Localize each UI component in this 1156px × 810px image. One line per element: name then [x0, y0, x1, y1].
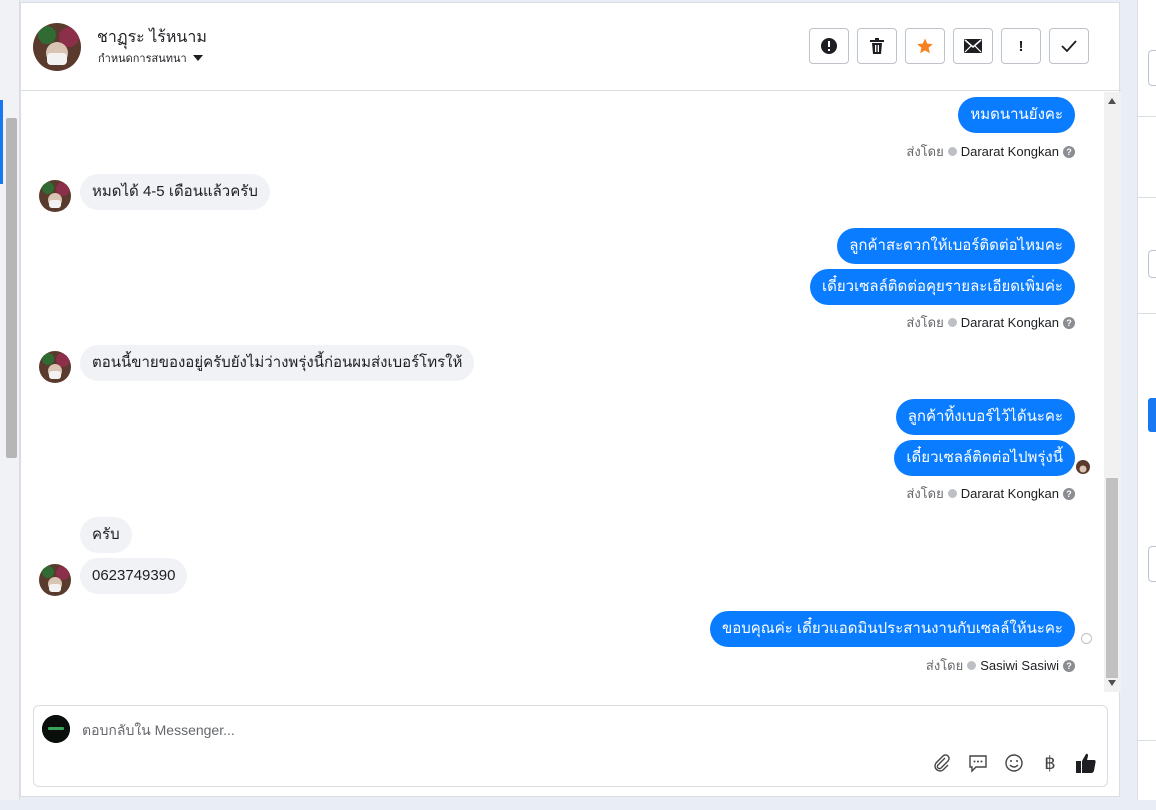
outgoing-message: เดี๋ยวเซลล์ติดต่อคุยรายละเอียดเพิ่มค่ะ: [809, 269, 1075, 305]
incoming-message: 0623749390: [80, 558, 188, 594]
contact-message-avatar: [39, 180, 71, 212]
sent-by-label: ส่งโดย Dararat Kongkan ?: [906, 141, 1075, 162]
help-icon[interactable]: ?: [1063, 316, 1075, 329]
agent-name: Dararat Kongkan: [960, 315, 1059, 330]
verified-icon: [967, 661, 977, 670]
outgoing-message: ขอบคุณค่ะ เดี๋ยวแอดมินประสานงานกับเซลล์ใ…: [709, 611, 1075, 647]
help-icon[interactable]: ?: [1063, 145, 1075, 158]
verified-icon: [947, 147, 957, 156]
conversation-header: ชาฏุระ ไร้หนาม กำหนดการสนทนา !: [21, 3, 1121, 91]
baht-icon: ฿: [1044, 752, 1056, 773]
saved-replies-button[interactable]: [967, 752, 989, 774]
caret-down-icon: [192, 55, 203, 61]
assign-label: กำหนดการสนทนา: [98, 53, 187, 65]
verified-icon: [947, 489, 957, 498]
right-panel-divider: [1138, 740, 1156, 741]
selected-conversation-indicator: [0, 100, 3, 184]
scroll-up-icon[interactable]: [1108, 98, 1116, 104]
reply-input[interactable]: [82, 720, 982, 740]
mark-spam-button[interactable]: [809, 28, 849, 64]
agent-name: Sasiwi Sasiwi: [980, 658, 1059, 673]
incoming-message: ครับ: [80, 517, 132, 553]
left-scrollbar-thumb[interactable]: [6, 118, 17, 458]
right-panel-field[interactable]: [1148, 50, 1156, 86]
verified-icon: [947, 318, 957, 327]
alert-icon: [821, 38, 837, 54]
right-panel-field[interactable]: [1148, 546, 1156, 582]
attach-button[interactable]: [931, 752, 953, 774]
scroll-down-icon[interactable]: [1108, 680, 1116, 686]
thread-scrollbar-thumb[interactable]: [1106, 478, 1118, 678]
mail-icon: [964, 39, 982, 53]
chat-bubble-icon: [969, 755, 987, 773]
sent-by-prefix: ส่งโดย: [925, 658, 964, 673]
right-panel-select[interactable]: [1148, 250, 1156, 278]
incoming-message: หมดได้ 4-5 เดือนแล้วครับ: [80, 174, 270, 210]
delivered-icon: [1081, 633, 1092, 644]
paperclip-icon: [934, 754, 950, 772]
star-icon: [917, 38, 933, 54]
conversation-panel: ชาฏุระ ไร้หนาม กำหนดการสนทนา ! หมดนานยัง…: [20, 2, 1121, 797]
right-panel-divider: [1138, 313, 1156, 314]
message-thread: หมดนานยังคะ ส่งโดย Dararat Kongkan ? หมด…: [21, 92, 1106, 692]
mark-done-button[interactable]: [1049, 28, 1089, 64]
outgoing-message: เดี๋ยวเซลล์ติดต่อไปพรุ่งนี้: [894, 440, 1075, 476]
trash-icon: [870, 38, 884, 54]
mark-unread-button[interactable]: [953, 28, 993, 64]
payment-button[interactable]: ฿: [1039, 752, 1061, 774]
contact-name: ชาฏุระ ไร้หนาม: [97, 29, 207, 46]
exclamation-icon: !: [1018, 37, 1024, 55]
sent-by-label: ส่งโดย Sasiwi Sasiwi ?: [926, 655, 1075, 676]
follow-up-button[interactable]: !: [1001, 28, 1041, 64]
left-panel-strip: [0, 0, 20, 800]
sent-by-prefix: ส่งโดย: [906, 486, 944, 501]
sent-by-prefix: ส่งโดย: [906, 144, 944, 159]
help-icon[interactable]: ?: [1063, 659, 1075, 672]
like-button[interactable]: [1075, 752, 1097, 774]
right-panel-action-button[interactable]: [1148, 398, 1156, 432]
right-details-panel: [1137, 0, 1156, 800]
agent-name: Dararat Kongkan: [960, 486, 1059, 501]
delete-button[interactable]: [857, 28, 897, 64]
contact-avatar[interactable]: [33, 23, 81, 71]
help-icon[interactable]: ?: [1063, 487, 1075, 500]
seen-by-avatar: [1076, 460, 1090, 474]
right-panel-divider: [1138, 197, 1156, 198]
reply-composer: ฿: [33, 705, 1108, 787]
outgoing-message: ลูกค้าสะดวกให้เบอร์ติดต่อไหมคะ: [837, 228, 1075, 264]
star-button[interactable]: [905, 28, 945, 64]
outgoing-message: ลูกค้าทิ้งเบอร์ไว้ได้นะคะ: [895, 399, 1075, 435]
check-icon: [1061, 40, 1077, 52]
composer-toolbar: ฿: [931, 752, 1097, 774]
agent-name: Dararat Kongkan: [960, 144, 1059, 159]
sent-by-label: ส่งโดย Dararat Kongkan ?: [906, 483, 1075, 504]
page-avatar: [42, 715, 70, 743]
right-panel-divider: [1138, 116, 1156, 117]
contact-message-avatar: [39, 351, 71, 383]
smiley-icon: [1005, 754, 1023, 772]
assign-conversation-dropdown[interactable]: กำหนดการสนทนา: [98, 49, 203, 67]
contact-message-avatar: [39, 564, 71, 596]
sent-by-label: ส่งโดย Dararat Kongkan ?: [906, 312, 1075, 333]
conversation-toolbar: !: [809, 28, 1089, 64]
incoming-message: ตอนนี้ขายของอยู่ครับยังไม่ว่างพรุ่งนี้ก่…: [80, 345, 475, 381]
outgoing-message: หมดนานยังคะ: [958, 97, 1075, 133]
thumbs-up-icon: [1076, 753, 1096, 773]
thread-scrollbar[interactable]: [1104, 92, 1121, 692]
sent-by-prefix: ส่งโดย: [906, 315, 944, 330]
emoji-button[interactable]: [1003, 752, 1025, 774]
